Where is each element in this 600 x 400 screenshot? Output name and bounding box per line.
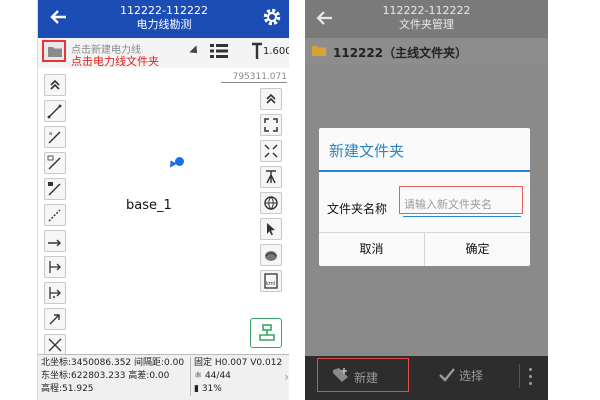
battery-icon: ▮ — [194, 384, 199, 394]
shell-button[interactable] — [260, 244, 282, 266]
folder-name-input[interactable] — [404, 197, 520, 211]
line-icon: a — [48, 131, 61, 144]
page-title: 电力线勘测 — [136, 18, 192, 31]
east-coordinate: 东坐标:622803.233 高差:0.00 — [41, 371, 170, 381]
chevron-right-icon[interactable]: › — [284, 371, 289, 384]
folder-name-field-highlight — [399, 186, 523, 214]
pointer-button[interactable] — [260, 218, 282, 240]
chevrons-up-icon — [266, 93, 276, 104]
pole-icon[interactable] — [250, 42, 264, 60]
line-icon — [48, 209, 61, 222]
dialog-title: 新建文件夹 — [329, 142, 405, 160]
collect-icon — [259, 324, 275, 341]
globe-button[interactable] — [260, 192, 282, 214]
expand-up-button[interactable] — [44, 74, 66, 96]
draw-line-4-button[interactable] — [44, 178, 66, 200]
current-position-dot — [175, 157, 184, 166]
new-folder-button[interactable]: 新建 — [317, 358, 409, 392]
draw-line-5-button[interactable] — [44, 204, 66, 226]
input-underline — [403, 216, 521, 217]
kml-button[interactable]: kml — [260, 270, 282, 292]
fullscreen-button[interactable] — [260, 114, 282, 136]
cross-button[interactable] — [44, 334, 66, 356]
shell-icon — [265, 251, 277, 261]
project-name: 112222-112222 — [382, 4, 471, 17]
battery-level: 31% — [201, 384, 222, 394]
draw-line-button[interactable] — [44, 100, 66, 122]
shrink-button[interactable] — [260, 140, 282, 162]
dialog-title-divider — [319, 170, 530, 172]
kml-icon: kml — [264, 273, 278, 289]
bracket-2-button[interactable] — [44, 282, 66, 304]
pole-height[interactable]: 1.600 — [263, 46, 289, 57]
more-dot-icon — [529, 375, 532, 378]
bracket-1-button[interactable] — [44, 256, 66, 278]
satellite-icon: ⚛ — [194, 371, 203, 381]
svg-text:kml: kml — [266, 281, 275, 287]
more-dot-icon — [529, 382, 532, 385]
gear-icon[interactable] — [262, 7, 282, 27]
line-icon — [48, 182, 61, 196]
line-toolbar: 点击新建电力线 点击电力线文件夹 1.600 — [38, 38, 289, 68]
chevrons-up-icon — [50, 79, 60, 90]
arrow-up-right-button[interactable] — [44, 308, 66, 330]
top-bar: 112222-112222 电力线勘测 — [38, 0, 289, 38]
collapse-up-button[interactable] — [260, 88, 282, 110]
survey-pole-icon — [266, 170, 276, 184]
survey-screen: 112222-112222 电力线勘测 点击新建电力线 点击电力线文件夹 1.6… — [37, 0, 289, 400]
folder-name: 112222（主线文件夹） — [333, 46, 468, 60]
survey-pole-button[interactable] — [260, 166, 282, 188]
folder-manager-screen: 112222-112222 文件夹管理 112222（主线文件夹） 新建文件夹 … — [305, 0, 548, 400]
shrink-icon — [264, 144, 278, 158]
new-button-label: 新建 — [354, 371, 379, 385]
satellite-count: 44/44 — [204, 371, 231, 381]
arrow-up-right-icon — [49, 314, 60, 325]
more-dot-icon — [529, 368, 532, 371]
elevation: 高程:51.925 — [41, 384, 94, 394]
draw-line-3-button[interactable] — [44, 152, 66, 174]
list-icon[interactable] — [210, 43, 228, 59]
folder-button[interactable] — [42, 40, 66, 62]
bottom-action-bar: 新建 选择 — [305, 356, 548, 400]
collect-point-button[interactable] — [250, 318, 282, 348]
new-folder-dialog: 新建文件夹 文件夹名称 取消 确定 — [319, 128, 530, 266]
base-point-label: base_1 — [126, 198, 172, 213]
line-icon — [47, 104, 62, 119]
top-bar: 112222-112222 文件夹管理 — [305, 0, 548, 38]
svg-text:a: a — [49, 131, 52, 137]
select-button-label: 选择 — [459, 369, 484, 383]
coordinate-readout: 795311.071 — [221, 72, 287, 83]
confirm-button[interactable]: 确定 — [425, 232, 530, 266]
arrow-line-icon — [48, 239, 61, 247]
arrow-line-button[interactable] — [44, 230, 66, 252]
add-tag-icon — [333, 368, 348, 382]
dropdown-triangle-icon[interactable] — [189, 45, 201, 57]
draw-line-2-button[interactable]: a — [44, 126, 66, 148]
annotation-text: 点击电力线文件夹 — [71, 55, 159, 68]
pointer-icon — [267, 223, 275, 236]
globe-icon — [264, 196, 278, 210]
fix-status: 固定 H0.007 V0.012 — [194, 358, 283, 368]
bracket-icon — [49, 261, 61, 273]
more-options-button[interactable] — [519, 364, 539, 388]
status-bar: 北坐标:3450086.352 间隔距:0.00 东坐标:622803.233 … — [38, 354, 289, 400]
folder-icon — [48, 47, 62, 57]
bracket-icon — [49, 287, 61, 299]
line-icon — [47, 155, 61, 170]
page-title: 文件夹管理 — [399, 18, 454, 31]
project-name: 112222-112222 — [120, 4, 208, 17]
folder-list-item[interactable]: 112222（主线文件夹） — [305, 38, 548, 64]
north-coordinate: 北坐标:3450086.352 间隔距:0.00 — [41, 358, 185, 368]
cancel-button[interactable]: 取消 — [319, 232, 424, 266]
folder-name-label: 文件夹名称 — [327, 202, 388, 216]
cross-icon — [48, 338, 62, 352]
folder-icon — [312, 46, 326, 56]
fullscreen-icon — [264, 118, 278, 132]
checkmark-icon — [439, 368, 455, 382]
